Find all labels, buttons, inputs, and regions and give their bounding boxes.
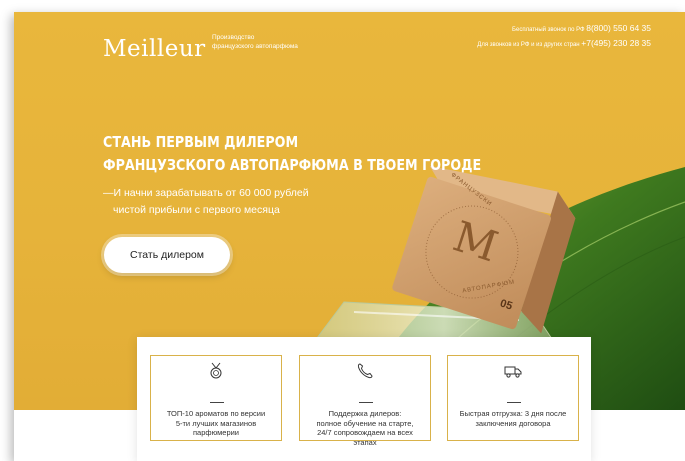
phone-free-number[interactable]: 8(800) 550 64 35 — [586, 23, 651, 33]
feature-text-line: 5-ти лучших магазинов — [175, 418, 257, 428]
phone-intl: Для звонков из РФ и из других стран +7(4… — [477, 37, 651, 52]
page-frame: M ФРАНЦУЗСКИ АВТОПАРФЮМ 05 Meilleur Прои… — [14, 12, 685, 461]
feature-text: Быстрая отгрузка: 3 дня после заключения… — [452, 409, 574, 428]
feature-text-line: парфюмерии — [193, 428, 239, 437]
phone-free: Бесплатный звонок по РФ 8(800) 550 64 35 — [477, 22, 651, 37]
headline-line: СТАНЬ ПЕРВЫМ ДИЛЕРОМ — [103, 133, 299, 151]
phone-icon — [357, 363, 373, 379]
phone-intl-number[interactable]: +7(495) 230 28 35 — [581, 38, 651, 48]
divider — [507, 402, 521, 403]
feature-text-line: этапах — [353, 437, 377, 447]
feature-text-line: полное обучение на старте, — [316, 418, 414, 428]
divider — [210, 402, 224, 403]
feature-card-shipping: Быстрая отгрузка: 3 дня после заключения… — [447, 355, 579, 441]
feature-text-line: Быстрая отгрузка: 3 дня после — [459, 409, 567, 418]
feature-text: ТОП-10 ароматов по версии 5-ти лучших ма… — [155, 409, 277, 438]
become-dealer-button[interactable]: Стать дилером — [104, 237, 230, 273]
feature-text: Поддержка дилеров: полное обучение на ст… — [304, 409, 426, 447]
hero-subheadline: —И начни зарабатывать от 60 000 рублей ч… — [103, 185, 309, 219]
truck-icon — [504, 366, 522, 378]
tagline-line: французского автопарфюма — [212, 43, 298, 50]
tagline-line: Производство — [212, 34, 255, 41]
feature-text-line: ТОП-10 ароматов по версии — [166, 409, 266, 418]
feature-text-line: Поддержка дилеров: — [328, 409, 402, 418]
feature-card-top10: ТОП-10 ароматов по версии 5-ти лучших ма… — [150, 355, 282, 441]
phone-free-label: Бесплатный звонок по РФ — [512, 27, 585, 33]
brand-tagline: Производство французского автопарфюма — [212, 33, 298, 51]
contact-phones: Бесплатный звонок по РФ 8(800) 550 64 35… — [477, 22, 651, 52]
feature-card-support: Поддержка дилеров: полное обучение на ст… — [299, 355, 431, 447]
hero-headline: СТАНЬ ПЕРВЫМ ДИЛЕРОМ ФРАНЦУЗСКОГО АВТОПА… — [103, 131, 481, 177]
brand-logo[interactable]: Meilleur — [103, 36, 206, 62]
divider — [359, 402, 373, 403]
features-panel: ТОП-10 ароматов по версии 5-ти лучших ма… — [137, 337, 591, 461]
phone-intl-label: Для звонков из РФ и из других стран — [477, 42, 580, 48]
headline-line: ФРАНЦУЗСКОГО АВТОПАРФЮМА В ТВОЕМ ГОРОДЕ — [103, 156, 482, 174]
feature-text-line: заключения договора — [475, 418, 551, 428]
sub-line: чистой прибыли с первого месяца — [113, 204, 280, 216]
medal-icon — [210, 362, 222, 379]
feature-text-line: 24/7 сопровождаем на всех — [317, 428, 413, 437]
sub-line: —И начни зарабатывать от 60 000 рублей — [103, 187, 309, 199]
